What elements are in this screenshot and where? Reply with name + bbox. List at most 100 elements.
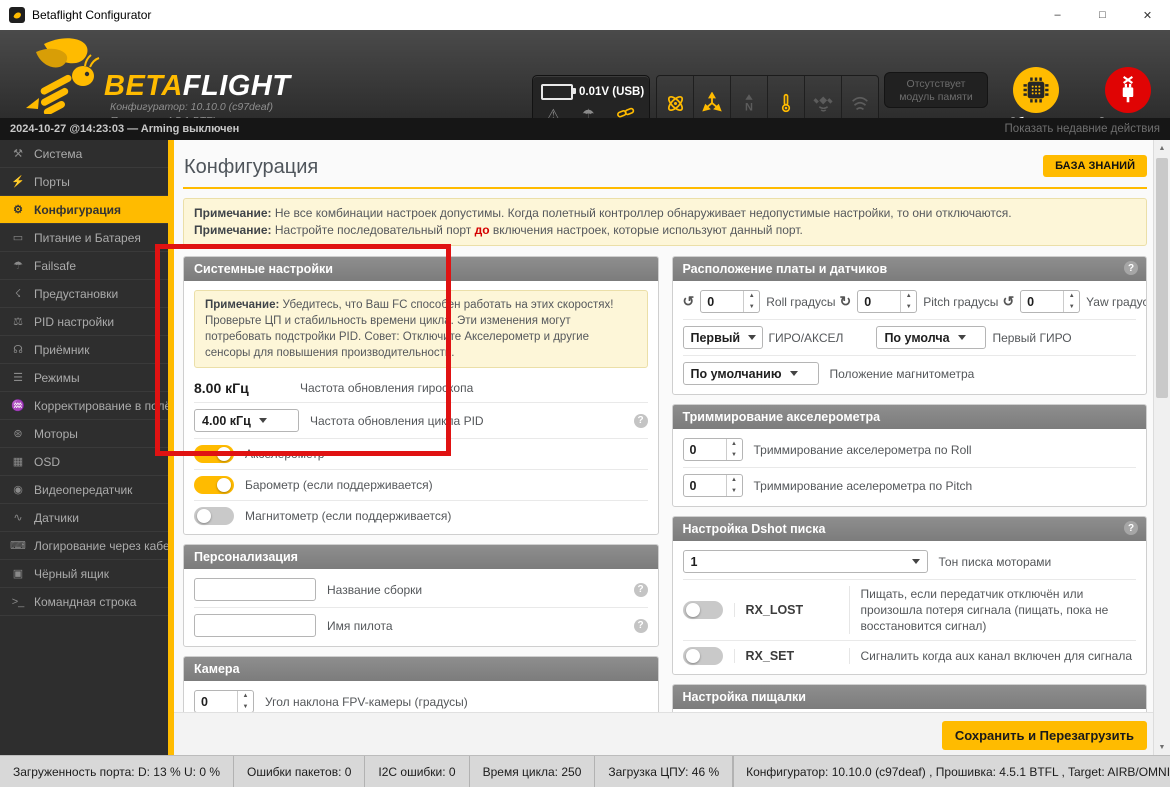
- stepper-arrows[interactable]: [900, 291, 916, 312]
- stepper-arrows[interactable]: [725, 475, 742, 497]
- usb-disconnect-icon: [1122, 76, 1134, 103]
- sidebar-item-blackbox[interactable]: ▣ Чёрный ящик: [0, 560, 168, 588]
- stepper-arrows[interactable]: [725, 439, 742, 461]
- stepper-down-icon[interactable]: [727, 450, 742, 461]
- gyro-update-frequency-row: 8.00 кГц Частота обновления гироскопа: [194, 374, 648, 403]
- craft-name-input[interactable]: [194, 578, 316, 601]
- craft-name-label: Название сборки: [327, 582, 423, 597]
- magnetometer-toggle[interactable]: [194, 507, 234, 525]
- beacon-tone-row: 1 Тон писка моторами: [682, 544, 1136, 580]
- close-icon[interactable]: ✕: [1125, 0, 1170, 30]
- accel-trim-roll-row: 0 Триммирование акселерометра по Roll: [682, 432, 1136, 468]
- scroll-down-icon[interactable]: ▼: [1154, 739, 1170, 755]
- pid-loop-frequency-row: 4.00 кГц Частота обновления цикла PID: [194, 403, 648, 439]
- page-title-row: Конфигурация БАЗА ЗНАНИЙ: [183, 150, 1147, 189]
- stepper-down-icon[interactable]: [238, 702, 253, 713]
- stepper-down-icon[interactable]: [744, 302, 759, 313]
- sidebar-item-pid-tuning[interactable]: ⚖ PID настройки: [0, 308, 168, 336]
- accel-trim-roll-input[interactable]: 0: [682, 438, 743, 461]
- yaw-rotate-icon: ↺: [1002, 293, 1015, 309]
- help-icon[interactable]: [633, 413, 648, 428]
- vertical-scrollbar[interactable]: ▲ ▼: [1153, 140, 1170, 755]
- packet-errors-status: Ошибки пакетов: 0: [234, 756, 366, 787]
- sidebar-item-receiver[interactable]: ☊ Приёмник: [0, 336, 168, 364]
- pilot-name-row: Имя пилота: [194, 608, 648, 643]
- knowledge-base-button[interactable]: БАЗА ЗНАНИЙ: [1043, 155, 1147, 177]
- stepper-arrows[interactable]: [743, 291, 759, 312]
- stepper-down-icon[interactable]: [901, 302, 916, 313]
- accel-trim-pitch-label: Триммирование аселерометра по Pitch: [753, 478, 973, 493]
- roll-degrees-input[interactable]: 0: [700, 290, 761, 313]
- stepper-arrows[interactable]: [237, 691, 253, 712]
- maximize-icon[interactable]: □: [1080, 0, 1125, 30]
- gear-icon: ⚙: [13, 204, 23, 216]
- sidebar-item-video-transmitter[interactable]: ◉ Видеопередатчик: [0, 476, 168, 504]
- stepper-up-icon[interactable]: [727, 439, 742, 450]
- parachute-icon: ☂: [13, 260, 23, 272]
- panel-header: Персонализация: [184, 545, 658, 569]
- scrollbar-thumb[interactable]: [1156, 158, 1168, 398]
- sidebar-item-tethered-logging[interactable]: ⌨ Логирование через кабель: [0, 532, 168, 560]
- dshot-rx-lost-toggle[interactable]: [682, 601, 723, 619]
- stepper-down-icon[interactable]: [727, 486, 742, 497]
- scroll-up-icon[interactable]: ▲: [1154, 140, 1170, 156]
- help-icon[interactable]: [633, 582, 648, 597]
- stepper-up-icon[interactable]: [727, 475, 742, 486]
- page-notes: Примечание: Не все комбинации настроек д…: [183, 198, 1147, 246]
- pitch-degrees-input[interactable]: 0: [857, 290, 918, 313]
- stepper-up-icon[interactable]: [238, 691, 253, 702]
- gyro-accel-label: ГИРО/АКСЕЛ: [768, 330, 844, 345]
- sidebar-item-osd[interactable]: ▦ OSD: [0, 448, 168, 476]
- accelerometer-label: Акселерометр: [245, 447, 325, 461]
- sidebar-item-power-battery[interactable]: ▭ Питание и Батарея: [0, 224, 168, 252]
- help-icon[interactable]: [633, 618, 648, 633]
- sidebar-item-cli[interactable]: >_ Командная строка: [0, 588, 168, 616]
- yaw-degrees-input[interactable]: 0: [1020, 290, 1081, 313]
- sidebar-item-ports[interactable]: ⚡ Порты: [0, 168, 168, 196]
- sidebar-item-motors[interactable]: ⊛ Моторы: [0, 420, 168, 448]
- first-gyro-select[interactable]: По умолча: [876, 326, 987, 349]
- sidebar: ⚒ Система ⚡ Порты ⚙ Конфигурация ▭ Питание и…: [0, 140, 174, 755]
- pid-frequency-label: Частота обновления цикла PID: [310, 413, 484, 428]
- show-recent-actions-link[interactable]: Показать недавние действия: [1005, 123, 1160, 135]
- minimize-icon[interactable]: –: [1035, 0, 1080, 30]
- receiver-icon: ☊: [13, 344, 23, 356]
- mag-alignment-select[interactable]: По умолчанию: [682, 362, 819, 385]
- sidebar-item-failsafe[interactable]: ☂ Failsafe: [0, 252, 168, 280]
- stepper-up-icon[interactable]: [744, 291, 759, 302]
- dshot-rx-set-desc: Сигналить когда aux канал включен для си…: [848, 648, 1132, 664]
- beacon-tone-label: Тон писка моторами: [938, 554, 1052, 569]
- memory-module-indicator: Отсутствует модуль памяти: [884, 72, 988, 108]
- camera-angle-input[interactable]: 0: [194, 690, 254, 712]
- pilot-name-input[interactable]: [194, 614, 316, 637]
- help-icon[interactable]: [1124, 521, 1138, 535]
- save-reboot-button[interactable]: Сохранить и Перезагрузить: [941, 721, 1147, 750]
- dshot-rx-set-toggle[interactable]: [682, 647, 723, 665]
- barometer-toggle[interactable]: [194, 476, 234, 494]
- stepper-down-icon[interactable]: [1064, 302, 1079, 313]
- sidebar-item-modes[interactable]: ☰ Режимы: [0, 364, 168, 392]
- sidebar-item-adjustments[interactable]: ♒Корректирование в полёте: [0, 392, 168, 420]
- sidebar-item-sensors[interactable]: ∿ Датчики: [0, 504, 168, 532]
- arming-status-message: 2024-10-27 @14:23:03 — Arming выключен: [10, 123, 240, 135]
- wave-icon: ∿: [13, 512, 23, 524]
- pid-frequency-select[interactable]: 4.00 кГц: [194, 409, 299, 432]
- accelerometer-row: Акселерометр: [194, 439, 648, 470]
- beacon-tone-select[interactable]: 1: [682, 550, 928, 573]
- stepper-up-icon[interactable]: [1064, 291, 1079, 302]
- stepper-arrows[interactable]: [1063, 291, 1079, 312]
- accel-trim-pitch-input[interactable]: 0: [682, 474, 743, 497]
- cpu-load-status: Загрузка ЦПУ: 46 %: [595, 756, 734, 787]
- sidebar-item-setup[interactable]: ⚒ Система: [0, 140, 168, 168]
- system-note: Примечание: Убедитесь, что Ваш FC способ…: [194, 290, 648, 368]
- accelerometer-toggle[interactable]: [194, 445, 234, 463]
- dshot-rx-set-name: RX_SET: [733, 649, 838, 663]
- gyro-accel-select[interactable]: Первый: [682, 326, 763, 349]
- sidebar-item-configuration[interactable]: ⚙ Конфигурация: [0, 196, 168, 224]
- mag-alignment-label: Положение магнитометра: [829, 366, 975, 381]
- accelerometer-trim-panel: Триммирование акселерометра 0 Триммирова…: [671, 404, 1147, 507]
- sidebar-item-presets[interactable]: ☇ Предустановки: [0, 280, 168, 308]
- dshot-beacon-panel: Настройка Dshot писка 1 Тон писка мотора…: [671, 516, 1147, 675]
- stepper-up-icon[interactable]: [901, 291, 916, 302]
- help-icon[interactable]: [1124, 261, 1138, 275]
